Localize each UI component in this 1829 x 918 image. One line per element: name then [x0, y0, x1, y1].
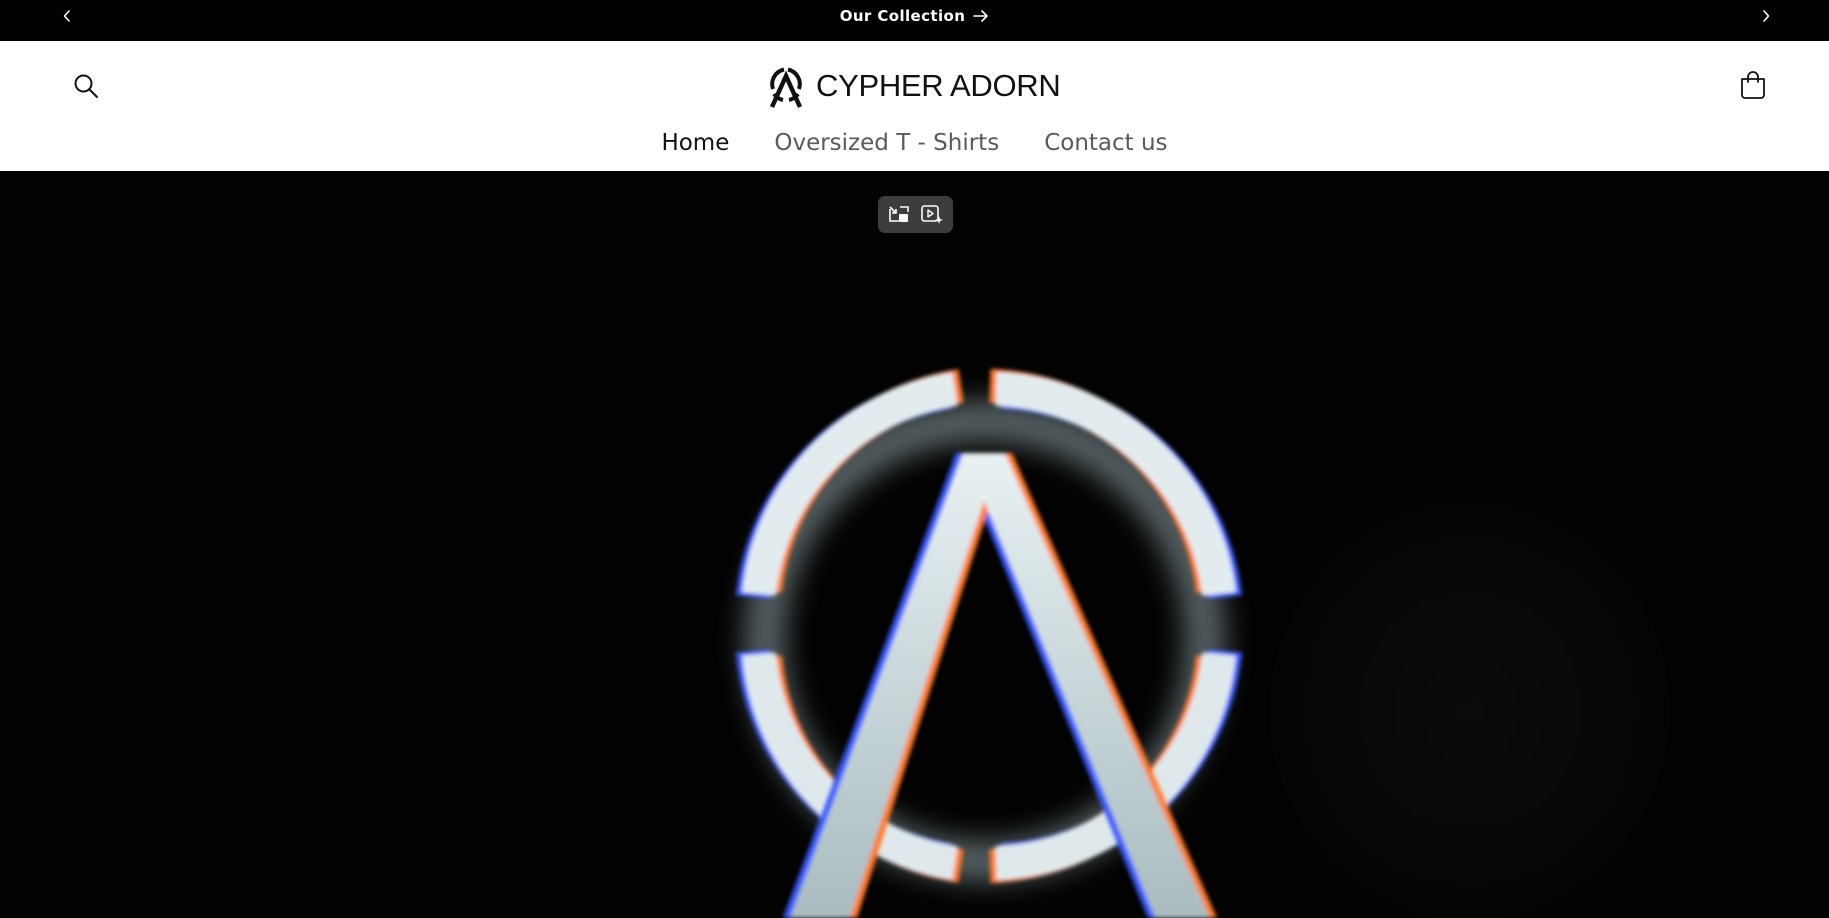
- main-nav: Home Oversized T - Shirts Contact us: [0, 125, 1829, 161]
- site-header: CYPHER ADORN Home Oversized T - Shirts C…: [0, 41, 1829, 171]
- video-overlay-controls: [878, 196, 953, 233]
- hero-logo-artwork: [736, 369, 1242, 918]
- announcement-text: Our Collection: [839, 6, 966, 25]
- arrow-right-icon: [973, 9, 989, 22]
- search-icon: [74, 74, 98, 98]
- brand-mark-icon: [769, 67, 803, 108]
- video-sparkle-icon: [921, 204, 944, 224]
- hero-video[interactable]: [0, 171, 1829, 918]
- exit-picture-in-picture-icon: [888, 205, 909, 222]
- video-enhance-button[interactable]: [917, 200, 947, 230]
- announcement-next-button[interactable]: [1751, 0, 1781, 31]
- exit-pip-button[interactable]: [884, 200, 914, 230]
- cart-icon: [1741, 71, 1765, 99]
- nav-item-home[interactable]: Home: [661, 125, 729, 161]
- nav-item-oversized-t-shirts[interactable]: Oversized T - Shirts: [774, 125, 999, 161]
- brand-name: CYPHER ADORN: [816, 68, 1061, 103]
- nav-item-contact-us[interactable]: Contact us: [1044, 125, 1167, 161]
- announcement-link[interactable]: Our Collection: [0, 0, 1829, 31]
- cart-button[interactable]: [1736, 68, 1770, 102]
- brand-logo[interactable]: CYPHER ADORN: [764, 63, 1061, 109]
- announcement-bar: Our Collection: [0, 0, 1829, 41]
- search-button[interactable]: [70, 70, 102, 102]
- chevron-right-icon: [1763, 9, 1770, 22]
